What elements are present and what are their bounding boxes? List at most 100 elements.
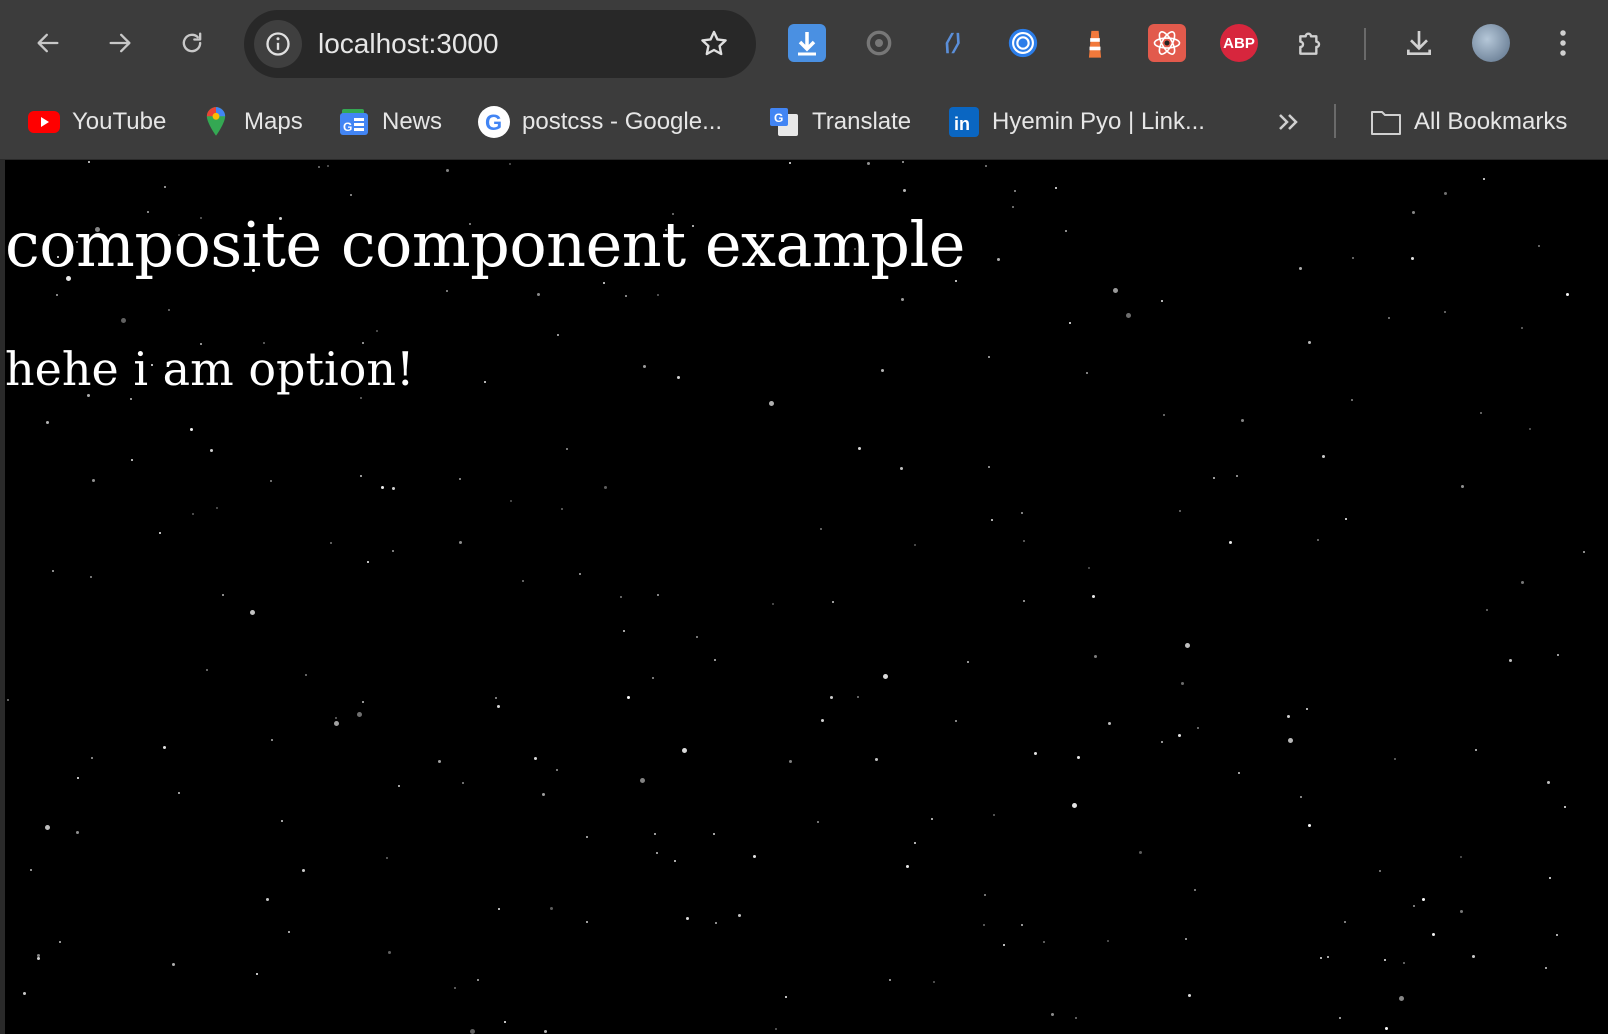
star-dot	[1069, 322, 1071, 324]
url-text[interactable]: localhost:3000	[318, 28, 499, 60]
react-devtools-icon[interactable]	[1148, 24, 1186, 62]
bookmark-label: Translate	[812, 108, 912, 135]
star-dot	[544, 1030, 547, 1033]
star-dot	[1179, 510, 1181, 512]
star-dot	[381, 486, 384, 489]
star-dot	[288, 931, 290, 933]
star-dot	[509, 163, 511, 165]
back-button[interactable]	[24, 19, 72, 67]
more-bookmarks-button[interactable]	[1276, 102, 1302, 142]
bookmark-star-button[interactable]	[696, 26, 732, 62]
star-dot	[1287, 715, 1290, 718]
star-dot	[867, 162, 870, 165]
star-dot	[686, 917, 689, 920]
downloads-button[interactable]	[1400, 24, 1438, 62]
star-dot	[1161, 741, 1163, 743]
star-dot	[121, 318, 126, 323]
extensions-puzzle-icon[interactable]	[1292, 24, 1330, 62]
page-content: composite component example hehe i am op…	[5, 160, 1608, 1034]
star-dot	[1088, 567, 1090, 569]
star-dot	[1413, 905, 1415, 907]
star-dot	[623, 630, 625, 632]
star-dot	[318, 166, 320, 168]
star-dot	[933, 981, 935, 983]
star-dot	[92, 479, 95, 482]
star-dot	[438, 760, 441, 763]
reload-button[interactable]	[168, 19, 216, 67]
star-dot	[498, 908, 500, 910]
bookmark-label: postcss - Google...	[522, 108, 723, 135]
arrow-left-icon	[37, 33, 59, 53]
star-dot	[1065, 230, 1067, 232]
star-dot	[1472, 955, 1475, 958]
star-dot	[1521, 327, 1523, 329]
star-dot	[625, 295, 627, 297]
star-dot	[1461, 485, 1464, 488]
star-icon	[701, 30, 727, 56]
bookmark-linkedin[interactable]: in Hyemin Pyo | Link...	[948, 102, 1205, 142]
star-dot	[1444, 192, 1447, 195]
bookmark-news[interactable]: G News	[338, 102, 442, 142]
star-dot	[362, 701, 364, 703]
bookmark-translate[interactable]: G Translate	[768, 102, 911, 142]
sync-icon[interactable]	[860, 24, 898, 62]
forward-button[interactable]	[96, 19, 144, 67]
star-dot	[1107, 940, 1109, 942]
star-dot	[902, 161, 904, 163]
star-dot	[1094, 655, 1097, 658]
star-dot	[656, 852, 658, 854]
star-dot	[557, 334, 559, 336]
star-dot	[1566, 293, 1569, 296]
star-dot	[1197, 727, 1199, 729]
star-dot	[542, 793, 545, 796]
star-dot	[537, 293, 540, 296]
bookmark-label: Maps	[244, 108, 303, 135]
bookmark-postcss[interactable]: G postcss - Google...	[478, 102, 722, 142]
star-dot	[1384, 959, 1386, 961]
star-dot	[1322, 455, 1325, 458]
menu-button[interactable]	[1544, 24, 1582, 62]
star-dot	[789, 162, 791, 164]
star-dot	[462, 782, 464, 784]
star-dot	[738, 914, 741, 917]
star-dot	[1564, 806, 1566, 808]
star-dot	[1444, 311, 1446, 313]
star-dot	[388, 951, 391, 954]
bookmark-youtube[interactable]: YouTube	[28, 102, 166, 142]
bookmark-maps[interactable]: Maps	[200, 102, 303, 142]
star-dot	[1320, 957, 1322, 959]
star-dot	[1194, 889, 1196, 891]
star-dot	[1163, 414, 1165, 416]
youtube-icon	[28, 106, 60, 138]
star-dot	[1003, 944, 1005, 946]
star-dot	[1012, 206, 1014, 208]
star-dot	[206, 669, 208, 671]
star-dot	[1351, 399, 1353, 401]
star-dot	[1055, 187, 1057, 189]
star-dot	[495, 697, 497, 699]
star-dot	[657, 594, 659, 596]
all-bookmarks-button[interactable]: All Bookmarks	[1370, 102, 1567, 142]
star-dot	[270, 480, 272, 482]
address-bar[interactable]: localhost:3000	[244, 10, 756, 78]
lighthouse-icon[interactable]	[1076, 24, 1114, 62]
avatar[interactable]	[1472, 24, 1510, 62]
star-dot	[1308, 341, 1311, 344]
star-dot	[674, 860, 676, 862]
browser-toolbar: localhost:3000 ⟨⟩ ABP	[0, 0, 1608, 88]
svg-text:G: G	[774, 111, 783, 125]
star-dot	[603, 282, 605, 284]
star-dot	[90, 576, 92, 578]
devtools-icon[interactable]: ⟨⟩	[932, 24, 970, 62]
star-dot	[772, 603, 774, 605]
star-dot	[1238, 772, 1240, 774]
adblock-icon[interactable]: ABP	[1220, 24, 1258, 62]
arrow-right-icon	[109, 33, 131, 53]
site-info-button[interactable]	[254, 20, 302, 68]
star-dot	[398, 785, 400, 787]
star-dot	[350, 194, 352, 196]
target-icon[interactable]	[1004, 24, 1042, 62]
star-dot	[1385, 1027, 1388, 1030]
download-helper-icon[interactable]	[788, 24, 826, 62]
star-dot	[832, 601, 834, 603]
